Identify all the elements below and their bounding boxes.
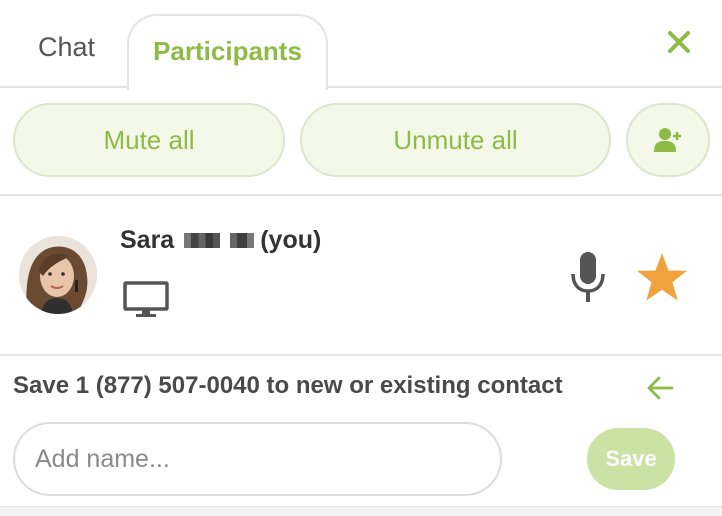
- participant-first-name: Sara: [120, 226, 175, 254]
- mute-all-button[interactable]: Mute all: [13, 103, 285, 177]
- tab-participants-label: Participants: [153, 35, 302, 66]
- tab-chat-label: Chat: [38, 32, 96, 62]
- participant-row: Sara (you): [0, 196, 722, 356]
- redacted-surname-part: [230, 233, 255, 248]
- bottom-divider: [0, 506, 722, 516]
- microphone-icon[interactable]: [568, 250, 608, 304]
- participant-name: Sara (you): [120, 226, 321, 255]
- mute-all-label: Mute all: [103, 124, 195, 155]
- avatar: [19, 236, 97, 314]
- tab-participants[interactable]: Participants: [127, 14, 328, 90]
- save-button-label: Save: [605, 446, 657, 471]
- save-button[interactable]: Save: [587, 428, 675, 490]
- tab-chat[interactable]: Chat: [38, 32, 95, 63]
- arrow-left-icon[interactable]: [645, 374, 675, 402]
- add-user-icon: [654, 128, 681, 152]
- close-icon[interactable]: [663, 26, 695, 58]
- tab-bar: Chat Participants: [0, 0, 722, 90]
- avatar-photo: [19, 236, 97, 314]
- participant-you-suffix: (you): [260, 226, 322, 254]
- redacted-surname-part: [184, 233, 221, 248]
- add-name-input[interactable]: [13, 422, 502, 496]
- save-contact-section: Save 1 (877) 507-0040 to new or existing…: [0, 358, 722, 516]
- participant-actions: Mute all Unmute all: [0, 90, 722, 196]
- unmute-all-label: Unmute all: [393, 124, 518, 155]
- star-icon[interactable]: [636, 252, 688, 302]
- desktop-icon: [123, 281, 169, 317]
- save-contact-text: Save 1 (877) 507-0040 to new or existing…: [13, 372, 563, 399]
- add-participant-button[interactable]: [626, 103, 710, 177]
- unmute-all-button[interactable]: Unmute all: [300, 103, 611, 177]
